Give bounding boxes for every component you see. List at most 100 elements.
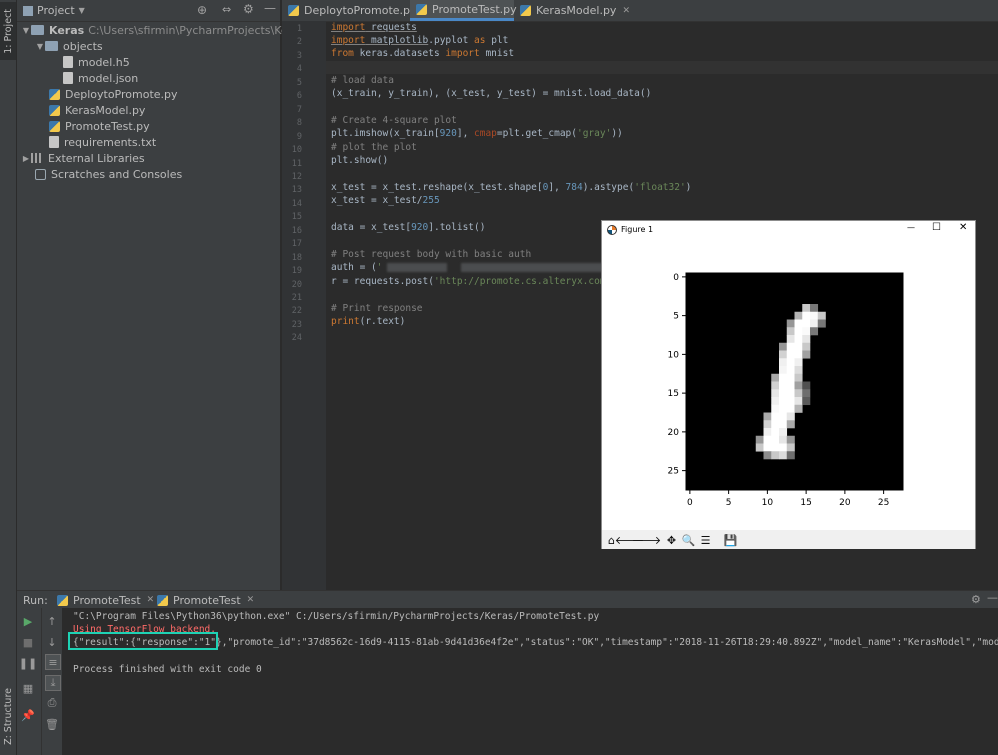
zoom-icon[interactable]: 🔍 <box>681 533 696 547</box>
project-panel-title[interactable]: Project <box>37 4 75 17</box>
expand-arrow-icon[interactable]: ▶ <box>21 154 31 163</box>
trash-icon[interactable]: 🗑 <box>45 717 59 731</box>
hide-panel-icon[interactable]: — <box>264 1 276 15</box>
library-icon <box>31 153 43 163</box>
down-arrow-icon[interactable]: ↓ <box>45 635 59 649</box>
image-pixel <box>794 397 803 406</box>
run-tab-2[interactable]: PromoteTest ✕ <box>157 591 254 609</box>
tree-item-model-json[interactable]: model.json <box>63 70 138 86</box>
scratches-icon <box>35 168 46 180</box>
tree-item-deploytopromote[interactable]: DeploytoPromote.py <box>49 86 178 102</box>
console-command-line: "C:\Program Files\Python36\python.exe" C… <box>73 611 600 622</box>
pause-icon[interactable]: ❚❚ <box>19 656 37 670</box>
line-number: 17 <box>291 239 302 250</box>
figure-title-bar[interactable]: Figure 1 — ☐ ✕ <box>602 221 975 238</box>
code-line: # Create 4-square plot <box>331 115 457 126</box>
image-pixel <box>779 435 788 444</box>
expand-arrow-icon[interactable]: ▼ <box>35 42 45 51</box>
minimize-icon[interactable]: — <box>907 223 915 232</box>
line-number: 15 <box>291 212 302 223</box>
tree-item-kerasmodel[interactable]: KerasModel.py <box>49 102 145 118</box>
image-pixel <box>786 335 795 344</box>
figure-toolbar: ⌂ 🡐 🡒 ✥ 🔍 ☰ 💾 <box>602 530 975 549</box>
structure-tool-tab[interactable]: Z: Structure <box>0 680 16 752</box>
gear-icon[interactable]: ⚙ <box>243 2 254 16</box>
tab-kerasmodel[interactable]: KerasModel.py ✕ <box>514 0 630 21</box>
collapse-icon[interactable]: ⇔ <box>222 3 231 16</box>
run-panel-header: Run: PromoteTest ✕ PromoteTest ✕ ⚙ — <box>17 590 998 609</box>
tree-item-keras[interactable]: ▼ Keras C:\Users\sfirmin\PycharmProjects… <box>21 22 305 38</box>
project-view-icon[interactable] <box>23 5 33 16</box>
image-pixel <box>763 443 772 452</box>
close-tab-icon[interactable]: ✕ <box>147 595 155 605</box>
tab-deploytopromote[interactable]: DeploytoPromote.py ✕ <box>282 0 430 21</box>
hide-panel-icon[interactable]: — <box>987 591 998 604</box>
code-line: print(r.text) <box>331 316 406 327</box>
image-pixel <box>802 350 811 359</box>
code-line: plt.imshow(x_train[920], cmap=plt.get_cm… <box>331 128 623 139</box>
chevron-down-icon[interactable]: ▼ <box>79 6 85 15</box>
x-tick-label: 15 <box>800 498 811 508</box>
soft-wrap-icon[interactable]: ≡ <box>45 654 61 670</box>
tree-item-objects[interactable]: ▼ objects <box>35 38 103 54</box>
image-pixel <box>771 404 780 413</box>
up-arrow-icon[interactable]: ↑ <box>45 614 59 628</box>
stop-icon[interactable]: ■ <box>21 635 35 649</box>
project-tool-tab[interactable]: 1: Project <box>0 2 16 60</box>
line-number: 5 <box>296 77 302 88</box>
line-number: 1 <box>296 24 302 34</box>
image-pixel <box>786 358 795 367</box>
line-number: 13 <box>291 185 302 196</box>
image-pixel <box>786 327 795 336</box>
configure-subplots-icon[interactable]: ☰ <box>698 533 713 547</box>
image-pixel <box>755 443 764 452</box>
figure-window: Figure 1 — ☐ ✕ 0 5 10 15 20 25 0 5 10 15 20 25 ⌂ 🡐… <box>601 220 976 549</box>
target-icon[interactable]: ⊕ <box>197 3 207 17</box>
gear-icon[interactable]: ⚙ <box>971 593 981 606</box>
tree-item-promotetest[interactable]: PromoteTest.py <box>49 118 150 134</box>
pan-icon[interactable]: ✥ <box>664 533 679 547</box>
image-pixel <box>786 389 795 398</box>
close-tab-icon[interactable]: ✕ <box>622 6 630 16</box>
image-pixel <box>779 358 788 367</box>
save-icon[interactable]: 💾 <box>723 533 738 547</box>
image-pixel <box>786 435 795 444</box>
rerun-icon[interactable]: ▶ <box>21 614 35 628</box>
console-output[interactable]: "C:\Program Files\Python36\python.exe" C… <box>62 608 998 755</box>
tree-item-scratches[interactable]: Scratches and Consoles <box>35 166 182 182</box>
redacted-credentials <box>460 263 611 272</box>
x-tick-label: 5 <box>726 498 732 508</box>
text-file-icon <box>49 136 59 148</box>
tab-promotetest[interactable]: PromoteTest.py ✕ <box>410 0 530 21</box>
image-pixel <box>779 420 788 429</box>
pin-icon[interactable]: 📌 <box>21 708 35 722</box>
expand-arrow-icon[interactable]: ▼ <box>21 26 31 35</box>
run-tab-label: PromoteTest <box>73 593 141 607</box>
image-pixel <box>779 428 788 437</box>
scroll-to-end-icon[interactable]: ⤓ <box>45 675 61 691</box>
line-number: 21 <box>291 293 302 303</box>
code-line: import requests <box>331 22 417 33</box>
forward-arrow-icon[interactable]: 🡒 <box>632 533 662 547</box>
run-tab-1[interactable]: PromoteTest ✕ <box>57 591 154 609</box>
python-file-icon <box>520 5 531 16</box>
tree-item-model-h5[interactable]: model.h5 <box>63 54 130 70</box>
image-pixel <box>786 420 795 429</box>
tree-item-label: model.json <box>78 71 139 85</box>
code-line: x_test = x_test/255 <box>331 195 440 206</box>
image-pixel <box>786 443 795 452</box>
code-line: # Post request body with basic auth <box>331 249 532 260</box>
tree-item-label: requirements.txt <box>64 135 157 149</box>
code-line: # plot the plot <box>331 142 417 153</box>
run-toolbar-right: ↑ ↓ ≡ ⤓ ⎙ 🗑 <box>41 608 63 755</box>
maximize-icon[interactable]: ☐ <box>932 222 941 233</box>
tree-item-label: model.h5 <box>78 55 130 69</box>
print-icon[interactable]: ⎙ <box>45 696 59 710</box>
tree-item-external-libraries[interactable]: ▶ External Libraries <box>21 150 145 166</box>
layout-icon[interactable]: ▦ <box>21 681 35 695</box>
close-tab-icon[interactable]: ✕ <box>247 595 255 605</box>
image-pixel <box>802 389 811 398</box>
matplotlib-logo-icon <box>607 224 617 235</box>
close-icon[interactable]: ✕ <box>959 222 967 233</box>
tree-item-requirements[interactable]: requirements.txt <box>49 134 156 150</box>
